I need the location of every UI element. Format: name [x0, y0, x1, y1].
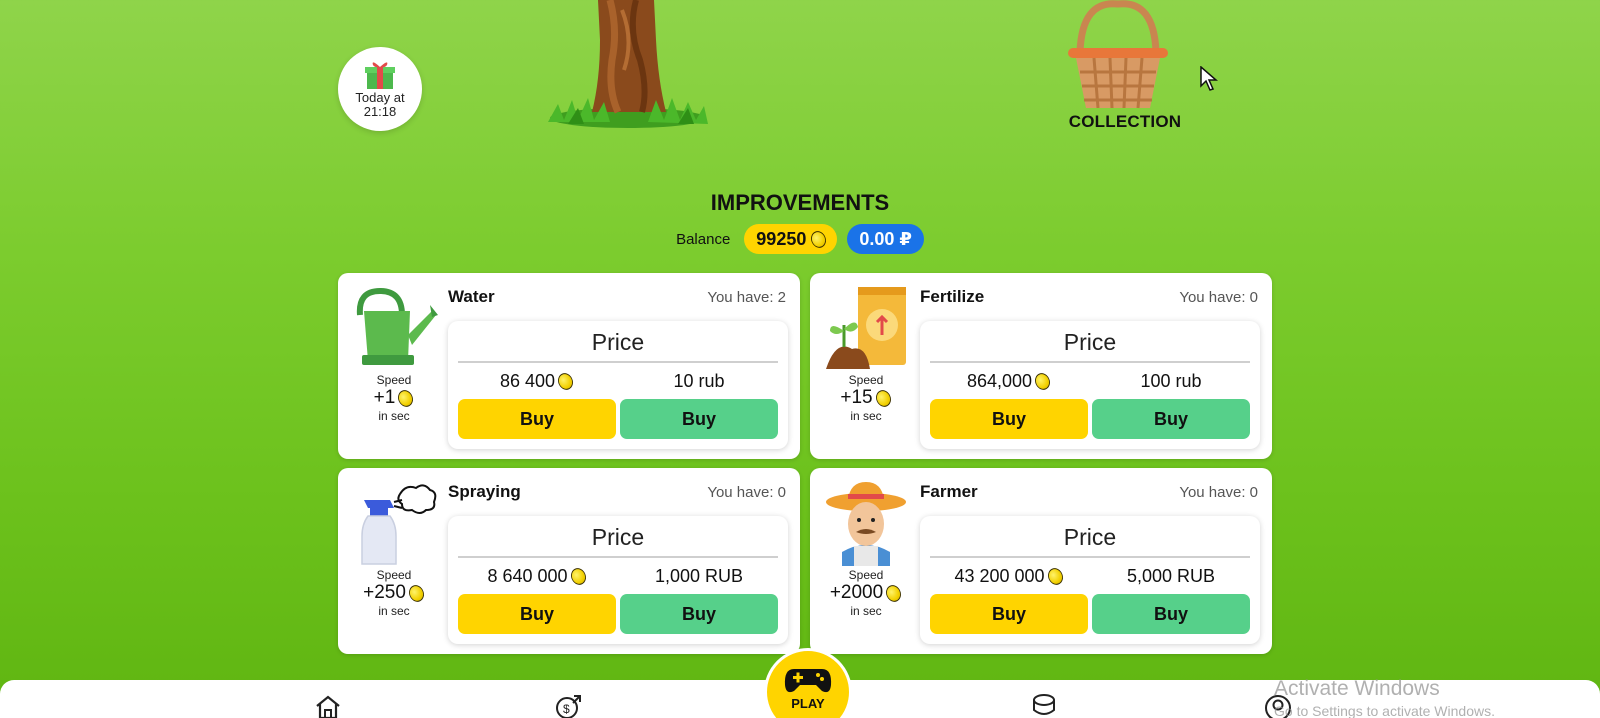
watering-can-icon — [356, 287, 438, 365]
improvement-cards: Speed +1 in sec Water You have: 2 Price … — [338, 273, 1272, 654]
gamepad-icon — [784, 669, 832, 693]
coin-balance-value: 99250 — [756, 228, 807, 249]
windows-activation-watermark: Activate Windows Go to Settings to activ… — [1274, 677, 1495, 718]
balance-label: Balance — [676, 230, 731, 248]
speed-info: Speed +1 in sec — [348, 373, 440, 423]
improvement-card-fertilize: Speed +15 in sec Fertilize You have: 0 P… — [810, 273, 1272, 459]
price-coins: 864,000 — [930, 370, 1088, 393]
coin-stack-icon[interactable] — [1030, 694, 1058, 718]
price-title: Price — [458, 329, 778, 363]
daily-gift-button[interactable]: Today at 21:18 — [338, 47, 422, 131]
speed-value: +15 — [840, 387, 873, 408]
coin-balance-badge: 99250 — [744, 224, 838, 254]
buy-with-coins-button[interactable]: Buy — [458, 399, 616, 439]
speed-info: Speed +2000 in sec — [820, 568, 912, 618]
coin-icon — [555, 370, 576, 393]
improvements-title: IMPROVEMENTS — [710, 190, 890, 215]
home-icon[interactable] — [314, 694, 342, 718]
gift-icon — [365, 62, 395, 89]
buy-with-rub-button[interactable]: Buy — [620, 594, 778, 634]
buy-with-rub-button[interactable]: Buy — [1092, 594, 1250, 634]
price-rub: 100 rub — [1140, 371, 1202, 391]
svg-text:$: $ — [563, 702, 570, 716]
coin-icon — [567, 565, 589, 588]
speed-info: Speed +15 in sec — [820, 373, 912, 423]
collection-label[interactable]: COLLECTION — [1050, 112, 1200, 132]
price-rub: 10 rub — [673, 371, 725, 391]
play-label: PLAY — [791, 696, 825, 711]
coin-icon — [1032, 370, 1053, 393]
buy-with-coins-button[interactable]: Buy — [458, 594, 616, 634]
gift-time-label: Today at 21:18 — [355, 90, 405, 119]
price-title: Price — [930, 329, 1250, 363]
speed-value: +2000 — [829, 582, 884, 603]
speed-value: +250 — [363, 582, 406, 603]
coin-icon — [808, 228, 829, 250]
price-coins: 43 200 000 — [930, 565, 1088, 588]
coin-icon — [872, 387, 894, 409]
tree-trunk-icon[interactable] — [548, 0, 708, 130]
card-title: Spraying — [448, 482, 521, 501]
price-panel: Price 8 640 000 1,000 RUB Buy Buy — [448, 516, 788, 644]
basket-icon[interactable] — [1058, 0, 1178, 112]
price-panel: Price 864,000 100 rub Buy Buy — [920, 321, 1260, 449]
play-button[interactable]: PLAY — [764, 648, 852, 718]
mouse-cursor-icon — [1200, 66, 1218, 91]
owned-count: You have: 0 — [707, 484, 786, 501]
owned-count: You have: 0 — [1179, 289, 1258, 306]
price-coins: 8 640 000 — [458, 565, 616, 588]
buy-with-rub-button[interactable]: Buy — [620, 399, 778, 439]
exchange-icon[interactable]: $ — [554, 694, 582, 718]
farmer-icon — [826, 482, 906, 566]
price-coins: 86 400 — [458, 370, 616, 393]
price-title: Price — [458, 524, 778, 558]
coin-icon — [406, 582, 427, 604]
buy-with-coins-button[interactable]: Buy — [930, 594, 1088, 634]
improvement-card-spraying: Speed +250 in sec Spraying You have: 0 P… — [338, 468, 800, 654]
buy-with-rub-button[interactable]: Buy — [1092, 399, 1250, 439]
game-screen: Today at 21:18 COLLECTION IMPROVEMENTS B… — [0, 0, 1600, 718]
speed-value: +1 — [373, 387, 396, 408]
speed-info: Speed +250 in sec — [348, 568, 440, 618]
balance-row: Balance 99250 0.00 ₽ — [0, 224, 1600, 254]
fertilizer-bag-icon — [826, 287, 906, 369]
buy-with-coins-button[interactable]: Buy — [930, 399, 1088, 439]
owned-count: You have: 0 — [1179, 484, 1258, 501]
coin-icon — [395, 387, 416, 409]
coin-icon — [883, 582, 904, 604]
coin-icon — [1044, 565, 1066, 588]
card-title: Water — [448, 287, 495, 306]
owned-count: You have: 2 — [707, 289, 786, 306]
rub-balance-badge: 0.00 ₽ — [847, 224, 924, 254]
price-rub: 5,000 RUB — [1126, 566, 1216, 586]
card-title: Fertilize — [920, 287, 985, 306]
improvement-card-water: Speed +1 in sec Water You have: 2 Price … — [338, 273, 800, 459]
spray-bottle-icon — [361, 484, 437, 565]
improvement-card-farmer: Speed +2000 in sec Farmer You have: 0 Pr… — [810, 468, 1272, 654]
price-rub: 1,000 RUB — [654, 566, 744, 586]
card-title: Farmer — [920, 482, 978, 501]
price-panel: Price 86 400 10 rub Buy Buy — [448, 321, 788, 449]
price-title: Price — [930, 524, 1250, 558]
price-panel: Price 43 200 000 5,000 RUB Buy Buy — [920, 516, 1260, 644]
